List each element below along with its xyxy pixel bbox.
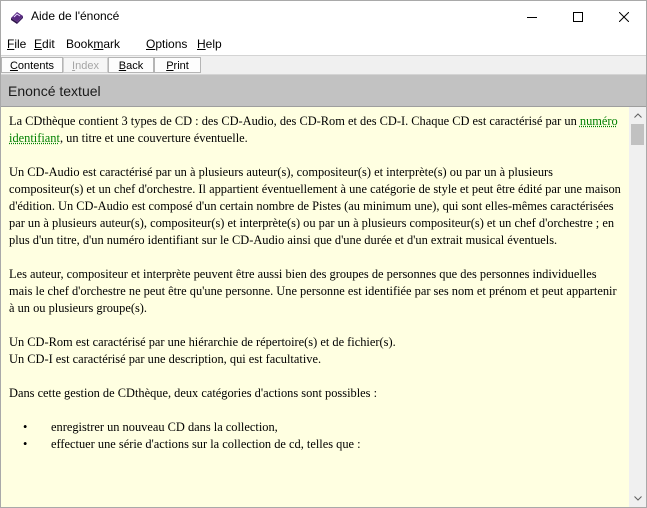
minimize-button[interactable] [509,1,555,33]
scroll-up-button[interactable] [629,107,646,124]
vertical-scrollbar[interactable] [629,107,646,507]
list-item: • effectuer une série d'actions sur la co… [23,437,361,451]
minimize-icon [527,17,537,18]
bullet-icon: • [23,420,28,434]
help-text: La CDthèque contient 3 types de CD : des… [9,113,621,453]
paragraph-cd-audio: Un CD-Audio est caractérisé par un à plu… [9,165,621,247]
maximize-button[interactable] [555,1,601,33]
close-button[interactable] [601,1,646,33]
paragraph-personnes: Les auteur, compositeur et interprète pe… [9,267,617,315]
menu-help[interactable]: Help [197,37,222,51]
window-title: Aide de l'énoncé [31,9,120,23]
help-window: Aide de l'énoncé File Edit Bookmark Opti… [0,0,647,508]
title-bar[interactable]: Aide de l'énoncé [1,1,646,33]
contents-button[interactable]: Contents [1,57,63,73]
chevron-up-icon [633,113,642,118]
index-button[interactable]: Index [63,57,108,73]
menu-bar: File Edit Bookmark Options Help [1,33,646,55]
close-icon [619,12,629,22]
paragraph-intro: La CDthèque contient 3 types de CD : des… [9,114,618,145]
help-book-icon [9,9,25,25]
menu-edit[interactable]: Edit [34,37,55,51]
topic-title: Enoncé textuel [8,83,101,99]
scroll-down-button[interactable] [629,490,646,507]
toolbar: Contents Index Back Print [1,55,646,75]
bullet-icon: • [23,437,28,451]
print-button[interactable]: Print [154,57,201,73]
list-item: • enregistrer un nouveau CD dans la colle… [23,420,278,434]
menu-file[interactable]: File [7,37,26,51]
actions-list: • enregistrer un nouveau CD dans la colle… [9,419,621,453]
paragraph-actions: Dans cette gestion de CDthèque, deux cat… [9,386,378,400]
scroll-thumb[interactable] [631,124,644,145]
topic-heading-band: Enoncé textuel [1,75,646,107]
menu-options[interactable]: Options [146,37,187,51]
menu-bookmark[interactable]: Bookmark [66,37,120,51]
help-content: La CDthèque contient 3 types de CD : des… [1,107,629,507]
paragraph-cd-rom-cd-i: Un CD-Rom est caractérisé par une hiérar… [9,335,396,366]
back-button[interactable]: Back [108,57,154,73]
maximize-icon [573,12,583,22]
chevron-down-icon [633,496,642,501]
